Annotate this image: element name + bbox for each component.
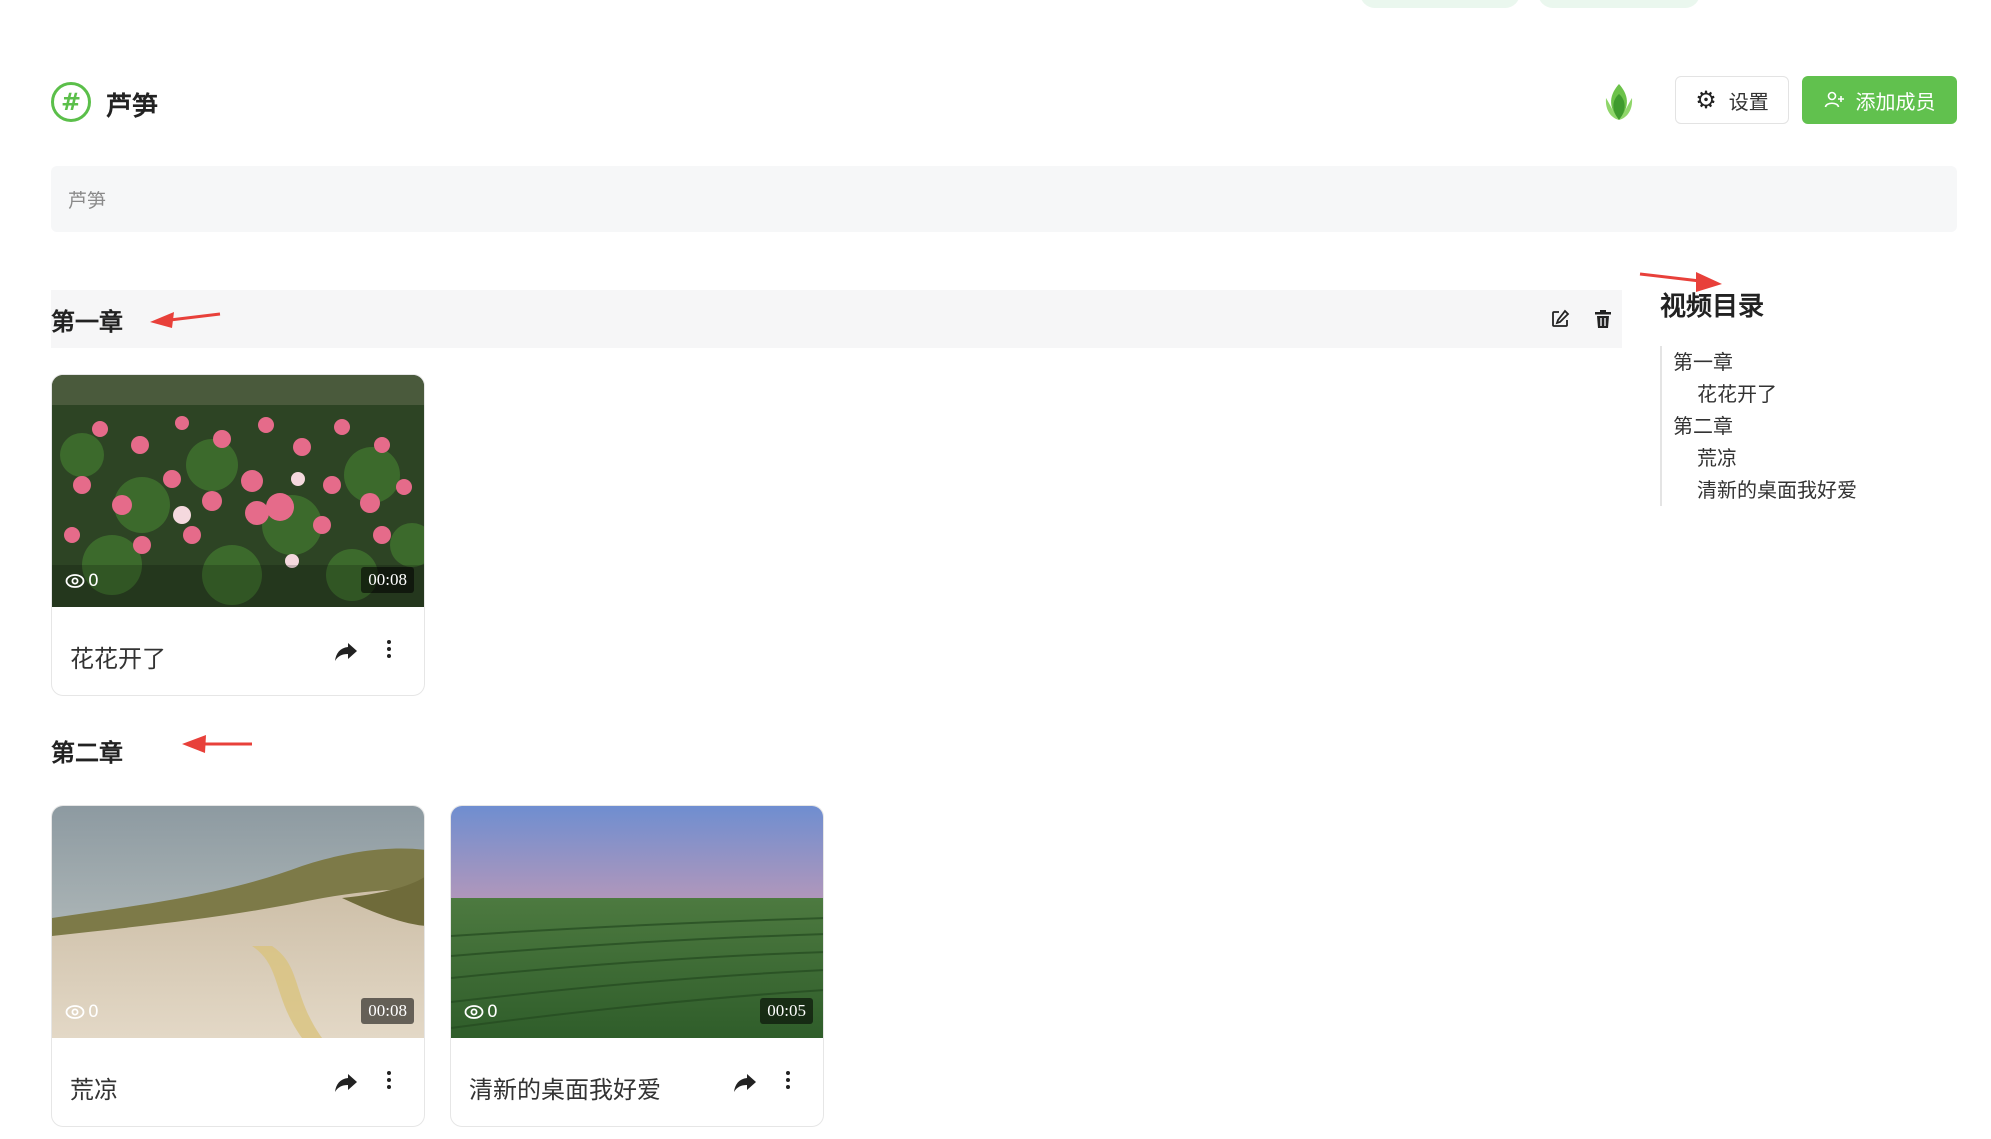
view-count-value: 0 — [487, 1002, 498, 1022]
annotation-arrow — [182, 735, 252, 753]
toc-list: 第一章 花花开了 第二章 荒凉 清新的桌面我好爱 — [1660, 346, 1857, 506]
share-icon[interactable] — [733, 1072, 757, 1094]
corner-leaf-icon — [1948, 0, 1974, 8]
toc-title: 视频目录 — [1660, 292, 1765, 322]
chapter-header: 第二章 — [51, 721, 1622, 779]
add-member-button[interactable]: 添加成员 — [1802, 76, 1957, 124]
toc-item-video[interactable]: 清新的桌面我好爱 — [1673, 474, 1857, 506]
chapter-title: 第一章 — [51, 307, 123, 336]
chapter-actions — [1550, 290, 1622, 348]
share-icon[interactable] — [334, 641, 358, 663]
video-thumbnail[interactable]: 0 00:08 — [52, 375, 424, 607]
page: # 芦笋 ⚙ 设置 添加成员 芦笋 第一章 0 00:08 花花开了 第二章 0… — [0, 0, 1991, 1139]
more-vertical-icon[interactable] — [384, 1068, 394, 1094]
gear-icon: ⚙ — [1695, 86, 1717, 114]
eye-icon — [65, 574, 85, 588]
video-duration: 00:05 — [760, 998, 813, 1024]
more-vertical-icon[interactable] — [783, 1068, 793, 1094]
trash-icon[interactable] — [1594, 309, 1612, 329]
more-vertical-icon[interactable] — [384, 637, 394, 663]
view-count-value: 0 — [88, 571, 99, 591]
video-card[interactable]: 0 00:08 荒凉 — [51, 805, 425, 1127]
toc-item-chapter[interactable]: 第二章 — [1673, 410, 1857, 442]
settings-label: 设置 — [1728, 89, 1769, 114]
share-icon[interactable] — [334, 1072, 358, 1094]
video-card-footer: 清新的桌面我好爱 — [451, 1038, 823, 1126]
chapter-header: 第一章 — [51, 290, 1622, 348]
toc-item-video[interactable]: 荒凉 — [1673, 442, 1857, 474]
annotation-arrow — [150, 312, 221, 328]
description-text: 芦笋 — [68, 189, 107, 212]
video-duration: 00:08 — [361, 998, 414, 1024]
toc-item-video[interactable]: 花花开了 — [1673, 378, 1857, 410]
video-title[interactable]: 荒凉 — [70, 1070, 118, 1105]
hash-circle-icon: # — [51, 82, 91, 122]
add-member-label: 添加成员 — [1855, 89, 1936, 114]
top-tab-pill[interactable] — [1360, 0, 1520, 8]
view-count: 0 — [464, 1002, 498, 1022]
view-count: 0 — [65, 1002, 99, 1022]
channel-description-input[interactable]: 芦笋 — [51, 166, 1957, 232]
video-thumbnail[interactable]: 0 00:08 — [52, 806, 424, 1038]
channel-title: 芦笋 — [106, 92, 159, 122]
eye-icon — [464, 1005, 484, 1019]
video-duration: 00:08 — [361, 567, 414, 593]
view-count-value: 0 — [88, 1002, 99, 1022]
channel-header: # 芦笋 ⚙ 设置 添加成员 — [51, 76, 1957, 128]
video-card-footer: 花花开了 — [52, 607, 424, 695]
add-user-icon — [1824, 91, 1844, 108]
view-count: 0 — [65, 571, 99, 591]
leaf-logo-icon — [1605, 84, 1633, 120]
eye-icon — [65, 1005, 85, 1019]
video-card-footer: 荒凉 — [52, 1038, 424, 1126]
toc-item-chapter[interactable]: 第一章 — [1673, 346, 1857, 378]
edit-icon[interactable] — [1550, 309, 1570, 329]
top-tab-pill[interactable] — [1538, 0, 1700, 8]
chapter-title: 第二章 — [51, 738, 123, 767]
video-card[interactable]: 0 00:08 花花开了 — [51, 374, 425, 696]
video-card[interactable]: 0 00:05 清新的桌面我好爱 — [450, 805, 824, 1127]
settings-button[interactable]: ⚙ 设置 — [1675, 76, 1789, 124]
video-title[interactable]: 花花开了 — [70, 639, 166, 674]
video-title[interactable]: 清新的桌面我好爱 — [469, 1070, 661, 1105]
video-thumbnail[interactable]: 0 00:05 — [451, 806, 823, 1038]
